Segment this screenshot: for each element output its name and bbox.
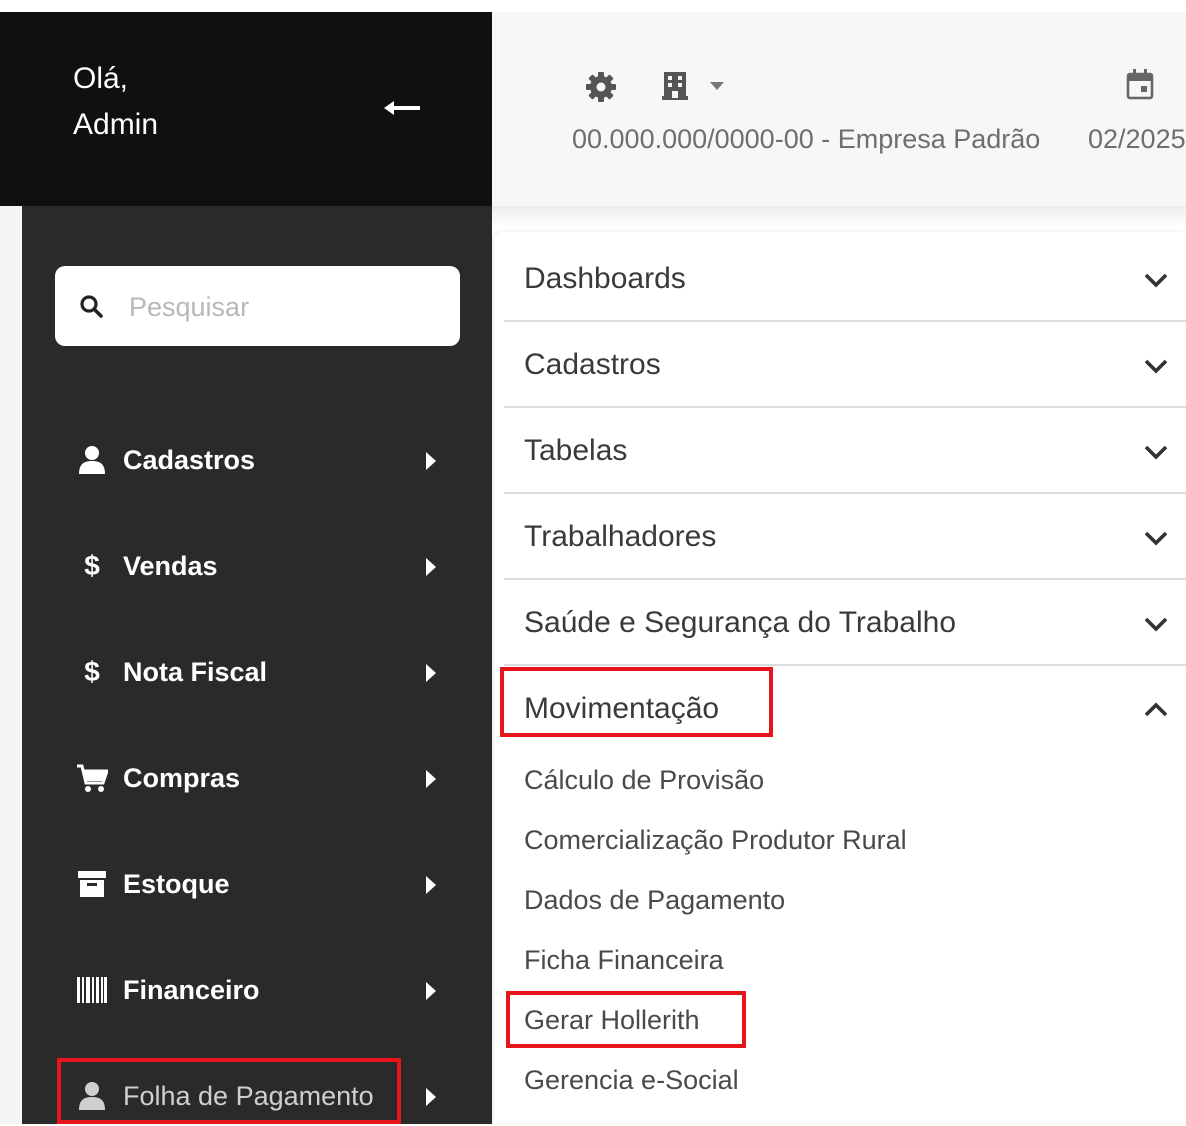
sidebar-item-vendas[interactable]: $ Vendas	[22, 536, 492, 596]
accordion-trabalhadores[interactable]: Trabalhadores	[504, 494, 1186, 580]
sidebar-item-folha-de-pagamento[interactable]: Folha de Pagamento	[22, 1066, 492, 1126]
sidebar-item-label: Folha de Pagamento	[123, 1081, 374, 1111]
sidebar-item-label: Vendas	[123, 551, 218, 581]
accordion-label: Movimentação	[524, 692, 720, 725]
sidebar-item-financeiro[interactable]: Financeiro	[22, 960, 492, 1020]
sidebar-item-cadastros[interactable]: Cadastros	[22, 430, 492, 490]
search-input[interactable]	[127, 284, 441, 330]
topbar	[492, 12, 1186, 206]
calendar-icon[interactable]	[1126, 69, 1154, 101]
accordion-movimentacao[interactable]: Movimentação	[504, 666, 1186, 752]
building-icon	[662, 72, 688, 100]
chevron-down-icon	[1144, 445, 1168, 460]
accordion-label: Saúde e Segurança do Trabalho	[524, 606, 956, 639]
user-icon	[76, 444, 108, 476]
chevron-down-icon	[1144, 273, 1168, 288]
caret-right-icon	[426, 558, 436, 576]
sidebar-item-label: Nota Fiscal	[123, 657, 268, 687]
menu-item-dados-pagamento[interactable]: Dados de Pagamento	[524, 878, 785, 922]
chevron-down-icon	[1144, 359, 1168, 374]
barcode-icon	[76, 974, 108, 1006]
topbar-shadow	[492, 206, 1186, 228]
accordion-tabelas[interactable]: Tabelas	[504, 408, 1186, 494]
accordion-label: Tabelas	[524, 434, 628, 467]
caret-right-icon	[426, 876, 436, 894]
accordion-label: Dashboards	[524, 262, 686, 295]
company-selector[interactable]	[662, 70, 736, 102]
sidebar-edge	[0, 206, 22, 1124]
sidebar-item-estoque[interactable]: Estoque	[22, 854, 492, 914]
caret-down-icon	[710, 82, 724, 90]
chevron-down-icon	[1144, 617, 1168, 632]
menu-item-gerar-hollerith[interactable]: Gerar Hollerith	[524, 998, 700, 1042]
greeting-line-1: Olá,	[73, 62, 129, 95]
sidebar-item-label: Financeiro	[123, 975, 260, 1005]
dollar-icon: $	[84, 550, 100, 581]
collapse-sidebar-button[interactable]	[380, 86, 424, 130]
sidebar-item-compras[interactable]: Compras	[22, 748, 492, 808]
company-name[interactable]: 00.000.000/0000-00 - Empresa Padrão	[572, 124, 1040, 155]
menu-item-gerencia-esocial[interactable]: Gerencia e-Social	[524, 1058, 739, 1102]
chevron-down-icon	[1144, 531, 1168, 546]
search-icon	[79, 294, 103, 318]
user-icon	[76, 1080, 108, 1112]
caret-right-icon	[426, 770, 436, 788]
sidebar-item-label: Compras	[123, 763, 241, 793]
menu-item-comercializacao[interactable]: Comercialização Produtor Rural	[524, 818, 907, 862]
search-box	[55, 266, 460, 346]
menu-item-ficha-financeira[interactable]: Ficha Financeira	[524, 938, 724, 982]
greeting-line-2: Admin	[73, 108, 159, 141]
gear-icon[interactable]	[585, 71, 617, 103]
caret-right-icon	[426, 664, 436, 682]
chevron-up-icon	[1144, 702, 1168, 717]
period-display[interactable]: 02/2025	[1088, 124, 1186, 155]
caret-right-icon	[426, 982, 436, 1000]
caret-right-icon	[426, 452, 436, 470]
user-greeting: Olá, Admin	[73, 56, 158, 148]
caret-right-icon	[426, 1088, 436, 1106]
accordion-saude-seguranca[interactable]: Saúde e Segurança do Trabalho	[504, 580, 1186, 666]
accordion-cadastros[interactable]: Cadastros	[504, 322, 1186, 408]
sidebar-item-label: Cadastros	[123, 445, 256, 475]
sidebar-item-label: Estoque	[123, 869, 230, 899]
accordion-label: Trabalhadores	[524, 520, 717, 553]
arrow-left-icon	[384, 101, 420, 115]
cart-icon	[76, 762, 108, 794]
accordion-label: Cadastros	[524, 348, 661, 381]
archive-icon	[76, 868, 108, 900]
sidebar-item-nota-fiscal[interactable]: $ Nota Fiscal	[22, 642, 492, 702]
menu-item-calculo-provisao[interactable]: Cálculo de Provisão	[524, 758, 764, 802]
accordion-dashboards[interactable]: Dashboards	[504, 236, 1186, 322]
dollar-icon: $	[84, 656, 100, 687]
